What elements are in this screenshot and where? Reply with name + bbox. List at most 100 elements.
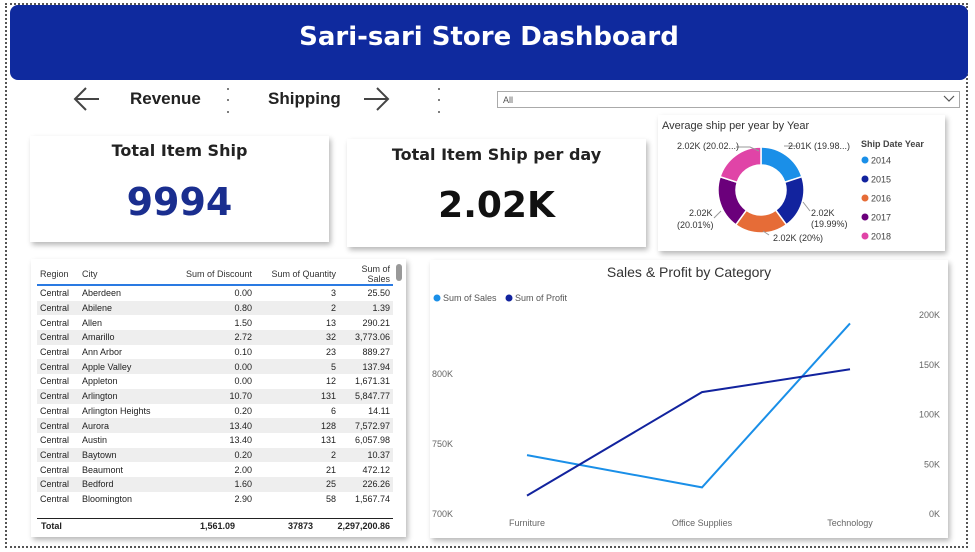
legend-label[interactable]: 2016 — [871, 194, 891, 204]
shipping-nav-button[interactable]: Shipping — [268, 89, 341, 109]
table-cell: 32 — [255, 330, 339, 345]
table-cell: 137.94 — [339, 359, 393, 375]
callout-line — [802, 201, 811, 212]
donut-label: 2.02K — [811, 208, 835, 218]
x-tick: Furniture — [509, 518, 545, 528]
table-cell: 0.00 — [234, 376, 252, 387]
table-cell: Central — [40, 493, 70, 504]
table-row[interactable]: Central Austin 13.40 131 6,057.98 — [37, 433, 393, 448]
table-row[interactable]: Central Ann Arbor 0.10 23 889.27 — [37, 345, 393, 360]
table-row[interactable]: Central Abilene 0.80 2 1.39 — [37, 300, 393, 316]
table-cell: 5 — [255, 359, 339, 375]
x-tick: Technology — [827, 518, 873, 528]
table-cell: 13 — [325, 317, 336, 328]
table-cell: 58 — [325, 493, 336, 504]
table-cell: Appleton — [82, 376, 118, 387]
table-cell: Abilene — [79, 300, 171, 316]
table-cell: Allen — [82, 317, 103, 328]
legend-marker-sales — [433, 294, 441, 302]
table-row[interactable]: Central Bedford 1.60 25 226.26 — [37, 476, 393, 492]
revenue-nav-button[interactable]: Revenue — [130, 89, 201, 109]
dashboard-title: Sari-sari Store Dashboard — [299, 21, 679, 52]
table-cell: 1,671.31 — [354, 376, 390, 387]
donut-legend: 2014 2015 2016 2017 2018 — [861, 156, 891, 242]
table-row[interactable]: Central Baytown 0.20 2 10.37 — [37, 447, 393, 463]
donut-label: (20.01%) — [677, 220, 714, 230]
donut-label: 2.02K — [689, 208, 713, 218]
table-cell: Apple Valley — [79, 359, 171, 375]
table-row[interactable]: Central Apple Valley 0.00 5 137.94 — [37, 359, 393, 375]
legend-marker-profit — [505, 294, 513, 302]
table-cell: Austin — [82, 435, 108, 446]
donut-slice-2014[interactable] — [760, 146, 803, 184]
total-item-ship-card: Total Item Ship 9994 — [30, 136, 329, 242]
table-cell: Central — [40, 376, 70, 387]
total-sales: 2,297,200.86 — [337, 521, 390, 531]
column-header[interactable]: Sum of Quantity — [255, 264, 339, 286]
table-cell: 1.50 — [234, 317, 252, 328]
donut-slices — [717, 146, 805, 234]
y-right-tick: 150K — [919, 360, 940, 370]
column-header[interactable]: Sum of Discount — [171, 264, 255, 286]
table-cell: 0.00 — [234, 288, 252, 299]
series-line-sum-of-sales[interactable] — [526, 322, 851, 489]
table-row[interactable]: Central Arlington 10.70 131 5,847.77 — [37, 388, 393, 404]
legend-label[interactable]: 2017 — [871, 213, 891, 223]
series-line-sum-of-profit[interactable] — [526, 368, 851, 497]
legend-marker — [861, 194, 869, 202]
table-row[interactable]: Central Arlington Heights 0.20 6 14.11 — [37, 404, 393, 419]
arrow-right-icon[interactable] — [361, 84, 391, 114]
table-cell: Arlington — [79, 388, 171, 404]
table-cell: 25 — [255, 476, 339, 492]
legend-label[interactable]: 2018 — [871, 232, 891, 242]
table-cell: Central — [40, 317, 70, 328]
table-cell: Central — [37, 359, 79, 375]
table-row[interactable]: Central Allen 1.50 13 290.21 — [37, 315, 393, 330]
column-header[interactable]: City — [79, 264, 171, 286]
table-cell: 1.60 — [171, 476, 255, 492]
y-left-tick: 750K — [432, 439, 453, 449]
table-cell: 2.90 — [234, 493, 252, 504]
donut-label: (19.99%) — [811, 219, 848, 229]
y-right-tick: 200K — [919, 310, 940, 320]
table-cell: 131 — [320, 435, 336, 446]
table-row[interactable]: Central Amarillo 2.72 32 3,773.06 — [37, 330, 393, 345]
legend-marker — [861, 232, 869, 240]
column-header[interactable]: Sum of Sales — [339, 264, 393, 286]
table-row[interactable]: Central Beaumont 2.00 21 472.12 — [37, 462, 393, 477]
donut-chart: Average ship per year by Year 2.02K (20.… — [662, 120, 924, 243]
table-row[interactable]: Central Bloomington 2.90 58 1,567.74 — [37, 492, 393, 507]
column-header[interactable]: Region — [37, 264, 79, 286]
table-scrollbar[interactable] — [396, 264, 402, 281]
callout-line — [713, 210, 722, 219]
table-cell: 10.37 — [339, 447, 393, 463]
legend-marker — [861, 175, 869, 183]
total-label: Total — [41, 521, 62, 531]
table-row[interactable]: Central Aurora 13.40 128 7,572.97 — [37, 418, 393, 433]
card-title: Total Item Ship — [111, 141, 248, 160]
separator-dots — [227, 88, 229, 113]
donut-title: Average ship per year by Year — [662, 120, 810, 132]
card-value: 9994 — [126, 180, 233, 224]
year-filter-dropdown[interactable]: All — [497, 91, 960, 108]
table-row[interactable]: Central Appleton 0.00 12 1,671.31 — [37, 374, 393, 389]
table-cell: 25.50 — [367, 288, 390, 299]
table-cell: 12 — [325, 376, 336, 387]
filter-value: All — [503, 95, 514, 105]
table-cell: Central — [37, 476, 79, 492]
table-total-row: Total 1,561.09 37873 2,297,200.86 — [37, 518, 393, 533]
legend-label[interactable]: 2015 — [871, 175, 891, 185]
donut-slice-2018[interactable] — [719, 146, 762, 184]
chevron-down-icon — [943, 95, 955, 102]
legend-label-profit: Sum of Profit — [515, 293, 568, 303]
legend-marker — [861, 156, 869, 164]
table-cell: Amarillo — [79, 330, 171, 345]
legend-label[interactable]: 2014 — [871, 156, 891, 166]
table-row[interactable]: Central Aberdeen 0.00 3 25.50 — [37, 285, 393, 301]
arrow-left-icon[interactable] — [72, 84, 102, 114]
table-cell: Central — [40, 347, 70, 358]
table-cell: 6 — [330, 405, 336, 416]
separator-dots — [438, 88, 440, 113]
table-cell: 1.39 — [339, 300, 393, 316]
table-cell: 10.70 — [171, 388, 255, 404]
